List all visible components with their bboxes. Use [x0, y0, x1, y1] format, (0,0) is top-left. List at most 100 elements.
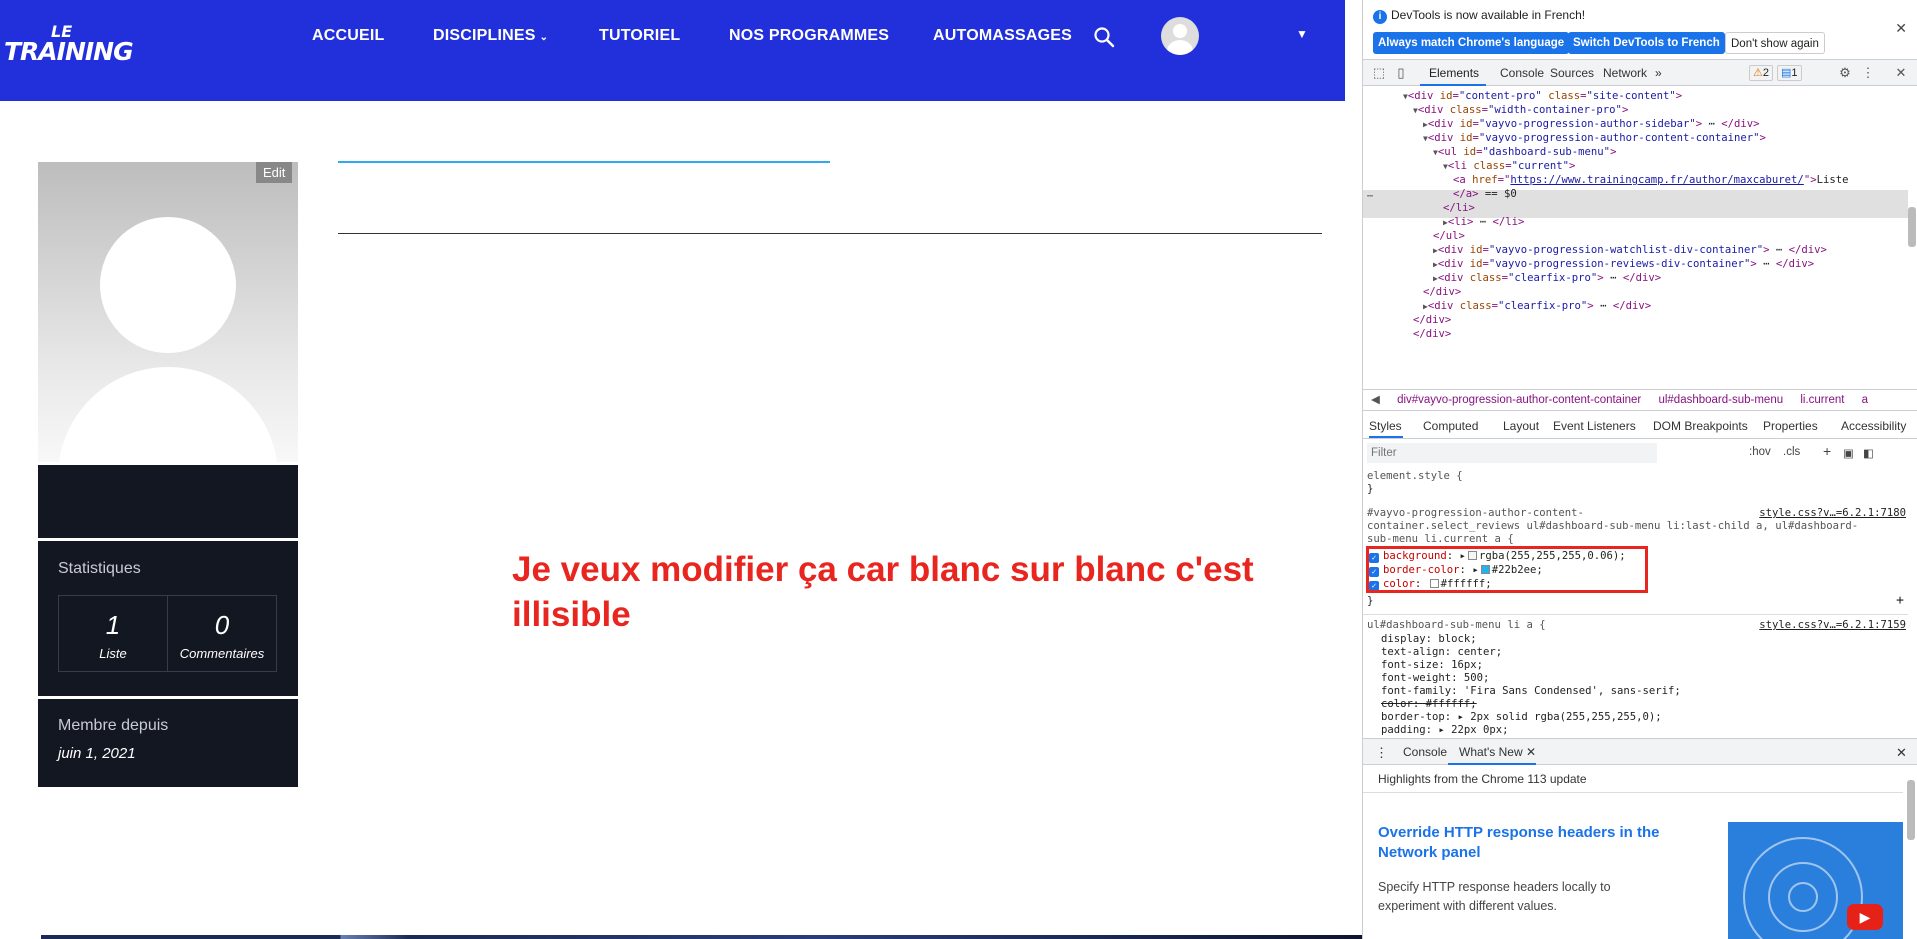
- drawer-menu-icon[interactable]: ⋮: [1375, 745, 1388, 761]
- dom-node-line[interactable]: </div>: [1413, 327, 1451, 341]
- tab-sources[interactable]: Sources: [1550, 66, 1594, 80]
- dom-node-line[interactable]: </li>: [1443, 201, 1475, 215]
- infobar-close-icon[interactable]: ✕: [1895, 20, 1907, 37]
- dom-token: id: [1463, 146, 1477, 158]
- settings-gear-icon[interactable]: ⚙: [1837, 65, 1853, 81]
- nav-automassages[interactable]: AUTOMASSAGES: [933, 27, 1072, 45]
- nav-tutoriel[interactable]: TUTORIEL: [599, 27, 680, 45]
- style-property[interactable]: text-align: center;: [1381, 646, 1502, 659]
- breadcrumb-item[interactable]: a: [1862, 394, 1868, 406]
- breadcrumb-item[interactable]: ul#dashboard-sub-menu: [1658, 394, 1783, 406]
- subtab-dom-breakpoints[interactable]: DOM Breakpoints: [1653, 419, 1748, 433]
- device-toolbar-icon[interactable]: ▯: [1393, 65, 1409, 81]
- dom-node-line[interactable]: ▶<div id="vayvo-progression-author-sideb…: [1423, 117, 1760, 131]
- hover-state-toggle[interactable]: :hov: [1749, 446, 1771, 458]
- drawer-tab-console[interactable]: Console: [1403, 745, 1447, 759]
- dom-node-line[interactable]: ▼<div class="width-container-pro">: [1413, 103, 1628, 117]
- whats-new-video-thumbnail[interactable]: ▶: [1728, 822, 1903, 939]
- dom-node-line[interactable]: ▶<div class="clearfix-pro"> ⋯ </div>: [1423, 299, 1651, 313]
- dom-node-line[interactable]: ▼<div id="vayvo-progression-author-conte…: [1423, 131, 1766, 145]
- dom-token: id: [1469, 258, 1483, 270]
- rule2-source-link[interactable]: style.css?v…=6.2.1:7159: [1759, 619, 1906, 632]
- dom-node-line[interactable]: ▶<div class="clearfix-pro"> ⋯ </div>: [1433, 271, 1661, 285]
- toggle-sidebar-icon[interactable]: ◧: [1863, 446, 1874, 460]
- dom-node-line[interactable]: </ul>: [1433, 229, 1465, 243]
- nav-accueil[interactable]: ACCUEIL: [312, 27, 385, 45]
- style-property[interactable]: border-top: ▸ 2px solid rgba(255,255,255…: [1381, 711, 1662, 724]
- dom-token: id: [1469, 244, 1483, 256]
- dom-node-line[interactable]: ▶<li> ⋯ </li>: [1443, 215, 1524, 229]
- style-property[interactable]: font-family: 'Fira Sans Condensed', sans…: [1381, 685, 1681, 698]
- rule1-source-link[interactable]: style.css?v…=6.2.1:7180: [1759, 507, 1906, 520]
- paint-brush-icon[interactable]: ▣: [1843, 446, 1854, 460]
- more-tabs-icon[interactable]: »: [1655, 66, 1662, 80]
- dom-node-line[interactable]: </div>: [1423, 285, 1461, 299]
- nav-disciplines[interactable]: DISCIPLINES ⌄: [433, 27, 548, 45]
- tab-network[interactable]: Network: [1603, 66, 1647, 80]
- style-property[interactable]: padding: ▸ 22px 0px;: [1381, 724, 1509, 736]
- site-logo[interactable]: LE TRAINING: [4, 24, 134, 65]
- breadcrumb-scroll-left-icon[interactable]: ◀: [1371, 394, 1380, 406]
- close-devtools-icon[interactable]: ✕: [1893, 65, 1909, 81]
- dom-node-line[interactable]: <a href="https://www.trainingcamp.fr/aut…: [1453, 173, 1848, 187]
- warnings-badge[interactable]: ⚠2: [1749, 65, 1773, 81]
- subtab-layout[interactable]: Layout: [1503, 419, 1539, 433]
- dom-token: "current": [1511, 160, 1570, 172]
- dont-show-again-button[interactable]: Don't show again: [1725, 32, 1825, 54]
- tab-console[interactable]: Console: [1500, 66, 1544, 80]
- youtube-play-icon[interactable]: ▶: [1847, 904, 1883, 930]
- dom-token: </ul>: [1433, 230, 1465, 242]
- subtab-accessibility[interactable]: Accessibility: [1841, 419, 1906, 433]
- dom-token: >: [1569, 160, 1576, 172]
- node-actions-icon[interactable]: ⋯: [1367, 191, 1373, 202]
- devtools-panel: i DevTools is now available in French! ✕ …: [1362, 0, 1917, 939]
- subtab-styles[interactable]: Styles: [1369, 419, 1402, 433]
- nav-nos-programmes[interactable]: NOS PROGRAMMES: [729, 27, 889, 45]
- always-match-language-button[interactable]: Always match Chrome's language: [1373, 32, 1570, 54]
- user-avatar[interactable]: [1161, 17, 1199, 55]
- tab-elements[interactable]: Elements: [1429, 66, 1479, 80]
- dom-token: <div: [1427, 132, 1460, 144]
- subtab-computed[interactable]: Computed: [1423, 419, 1478, 433]
- class-toggle[interactable]: .cls: [1783, 446, 1800, 458]
- search-icon[interactable]: [1093, 26, 1115, 48]
- dom-node-line[interactable]: ▶<div id="vayvo-progression-reviews-div-…: [1433, 257, 1814, 271]
- member-since-date: juin 1, 2021: [58, 745, 136, 762]
- breadcrumb-item[interactable]: div#vayvo-progression-author-content-con…: [1397, 394, 1641, 406]
- dom-token: "vayvo-progression-watchlist-div-contain…: [1488, 244, 1764, 256]
- dom-tree: ⋯ ▼<div id="content-pro" class="site-con…: [1363, 87, 1917, 390]
- styles-filter-input[interactable]: [1367, 443, 1657, 463]
- switch-to-french-button[interactable]: Switch DevTools to French: [1568, 32, 1725, 54]
- style-property[interactable]: color: #ffffff;: [1381, 698, 1477, 711]
- dom-node-line[interactable]: ▶<div id="vayvo-progression-watchlist-di…: [1433, 243, 1827, 257]
- drawer-tab-whats-new[interactable]: What's New ✕: [1459, 745, 1536, 759]
- stat-comments-box[interactable]: 0 Commentaires: [167, 595, 277, 672]
- new-rule-plus-icon[interactable]: +: [1823, 443, 1831, 459]
- dom-scrollbar[interactable]: [1908, 207, 1916, 247]
- dom-node-line[interactable]: </div>: [1413, 313, 1451, 327]
- whats-new-feature-title[interactable]: Override HTTP response headers in the Ne…: [1378, 823, 1698, 863]
- edit-profile-button[interactable]: Edit: [256, 162, 293, 183]
- dom-node-line[interactable]: </a> == $0: [1453, 187, 1517, 201]
- subtab-properties[interactable]: Properties: [1763, 419, 1818, 433]
- close-tab-icon[interactable]: ✕: [1526, 745, 1536, 759]
- dom-token: <div: [1407, 90, 1440, 102]
- drawer-scrollbar[interactable]: [1907, 780, 1915, 840]
- stat-list-box[interactable]: 1 Liste: [58, 595, 168, 672]
- inspect-element-icon[interactable]: ⬚: [1371, 65, 1387, 81]
- style-property[interactable]: font-weight: 500;: [1381, 672, 1489, 685]
- dom-node-line[interactable]: ▼<div id="content-pro" class="site-conte…: [1403, 89, 1682, 103]
- account-chevron-down-icon[interactable]: ▼: [1296, 27, 1308, 41]
- breadcrumb-item[interactable]: li.current: [1800, 394, 1844, 406]
- subtab-event-listeners[interactable]: Event Listeners: [1553, 419, 1636, 433]
- style-property[interactable]: display: block;: [1381, 633, 1477, 646]
- add-property-plus-icon[interactable]: +: [1896, 594, 1904, 607]
- style-property[interactable]: font-size: 16px;: [1381, 659, 1483, 672]
- more-options-icon[interactable]: ⋮: [1860, 65, 1876, 81]
- dom-node-line[interactable]: ▼<li class="current">: [1443, 159, 1575, 173]
- close-drawer-icon[interactable]: ✕: [1896, 745, 1907, 761]
- dom-node-line[interactable]: ▼<ul id="dashboard-sub-menu">: [1433, 145, 1616, 159]
- dom-token: <a: [1453, 174, 1473, 186]
- messages-badge[interactable]: ▤1: [1777, 65, 1802, 81]
- dom-token: >: [1610, 146, 1617, 158]
